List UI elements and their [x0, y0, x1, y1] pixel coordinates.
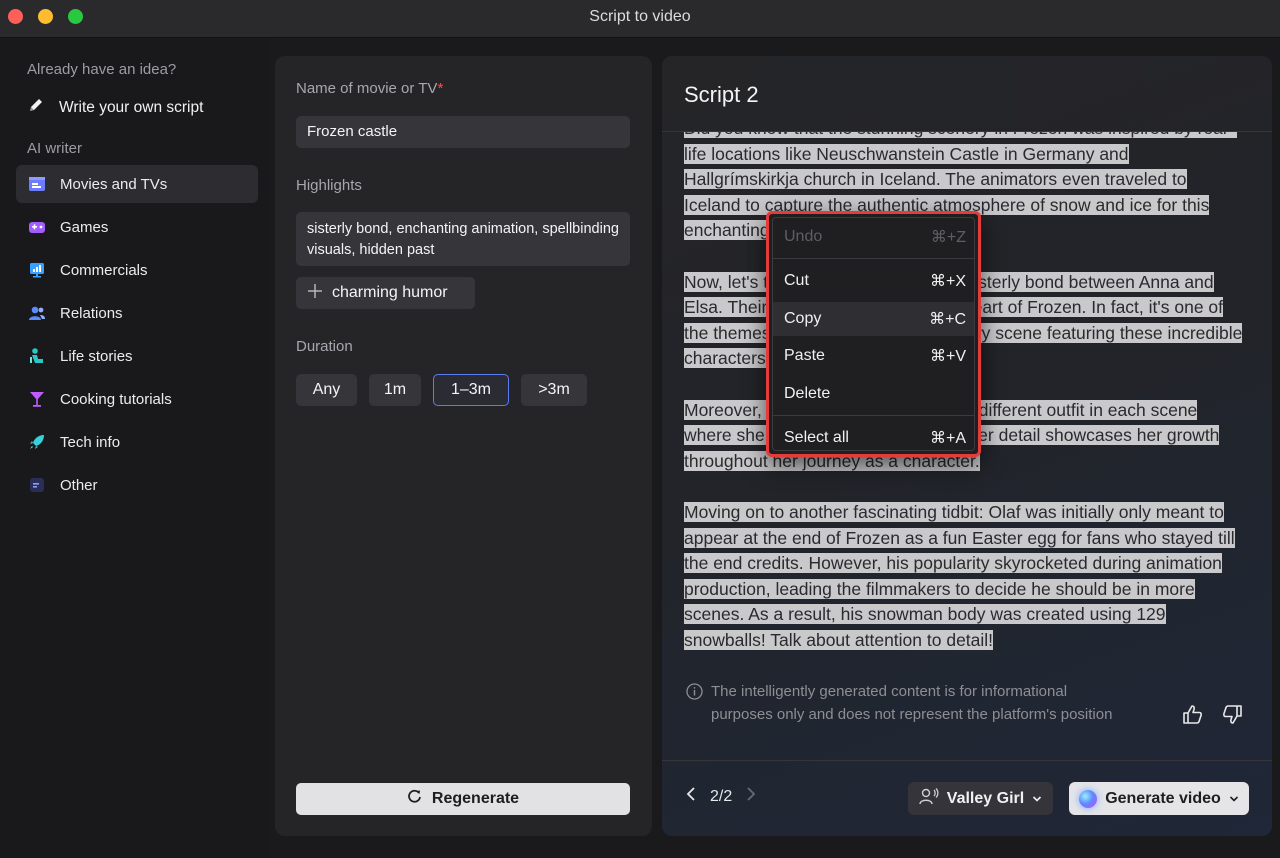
sidebar-item-label: Relations — [60, 304, 123, 322]
ai-orb-icon — [1079, 789, 1098, 808]
menu-item-shortcut: ⌘+V — [929, 348, 966, 365]
clapperboard-icon — [28, 175, 46, 193]
sidebar-item-life-stories[interactable]: Life stories — [16, 337, 258, 375]
ai-writer-heading: AI writer — [27, 140, 83, 157]
thumbs-up-icon[interactable] — [1182, 704, 1203, 730]
plus-icon — [308, 283, 322, 303]
menu-separator — [773, 258, 974, 259]
regenerate-button[interactable]: Regenerate — [296, 783, 630, 815]
window-title: Script to video — [589, 8, 691, 25]
menu-item-label: Undo — [784, 228, 823, 245]
menu-item-paste[interactable]: Paste ⌘+V — [773, 339, 974, 373]
sidebar-item-label: Other — [60, 476, 98, 494]
sidebar-item-movies-and-tvs[interactable]: Movies and TVs — [16, 165, 258, 203]
chevron-down-icon — [1032, 790, 1042, 808]
menu-item-undo[interactable]: Undo ⌘+Z — [773, 220, 974, 254]
title-bar: Script to video — [0, 0, 1280, 38]
add-highlight-chip[interactable]: charming humor — [296, 277, 475, 309]
sidebar-item-label: Games — [60, 218, 109, 236]
menu-item-shortcut: ⌘+X — [929, 273, 966, 290]
menu-item-label: Paste — [784, 347, 825, 364]
gamepad-icon — [28, 218, 46, 236]
ai-writer-list: Movies and TVs Games Commercials Relatio… — [16, 165, 258, 509]
sidebar-item-label: Cooking tutorials — [60, 390, 172, 408]
required-mark: * — [437, 80, 444, 97]
voice-selector[interactable]: Valley Girl — [908, 782, 1053, 815]
menu-item-label: Cut — [784, 272, 809, 289]
sidebar-item-commercials[interactable]: Commercials — [16, 251, 258, 289]
divider — [662, 760, 1272, 761]
menu-item-select-all[interactable]: Select all ⌘+A — [773, 421, 974, 455]
menu-item-label: Select all — [784, 429, 849, 446]
chart-board-icon — [28, 261, 46, 279]
menu-item-shortcut: ⌘+Z — [930, 229, 966, 246]
pencil-icon — [27, 96, 45, 119]
sidebar-item-relations[interactable]: Relations — [16, 294, 258, 332]
highlights-input[interactable]: sisterly bond, enchanting animation, spe… — [296, 212, 630, 266]
menu-item-label: Copy — [784, 310, 822, 327]
sidebar-item-label: Commercials — [60, 261, 148, 279]
duration-1m[interactable]: 1m — [369, 374, 421, 406]
sidebar: Already have an idea? Write your own scr… — [0, 39, 270, 858]
menu-box-icon — [28, 476, 46, 494]
sidebar-item-tech-info[interactable]: Tech info — [16, 423, 258, 461]
sidebar-item-other[interactable]: Other — [16, 466, 258, 504]
write-own-script-button[interactable]: Write your own script — [27, 96, 203, 119]
regenerate-label: Regenerate — [431, 790, 520, 807]
generate-video-label: Generate video — [1105, 789, 1221, 807]
thumbs-down-icon[interactable] — [1222, 704, 1243, 730]
menu-item-cut[interactable]: Cut ⌘+X — [773, 264, 974, 298]
menu-item-shortcut: ⌘+C — [929, 311, 966, 328]
sidebar-item-cooking-tutorials[interactable]: Cooking tutorials — [16, 380, 258, 418]
script-pager: 2/2 — [684, 786, 758, 807]
sidebar-item-label: Movies and TVs — [60, 175, 168, 193]
duration-1-3m[interactable]: 1–3m — [433, 374, 509, 406]
menu-item-copy[interactable]: Copy ⌘+C — [773, 302, 974, 336]
previous-script-button[interactable] — [684, 786, 698, 807]
rocket-icon — [28, 433, 46, 451]
context-menu-body: Undo ⌘+Z Cut ⌘+X Copy ⌘+C Paste ⌘+V Dele… — [772, 217, 975, 451]
context-menu: Undo ⌘+Z Cut ⌘+X Copy ⌘+C Paste ⌘+V Dele… — [766, 211, 981, 457]
name-label: Name of movie or TV* — [296, 80, 443, 97]
cocktail-icon — [28, 390, 46, 408]
voice-person-icon — [919, 787, 939, 810]
voice-name: Valley Girl — [946, 789, 1025, 807]
generate-video-button[interactable]: Generate video — [1069, 782, 1249, 815]
page-indicator: 2/2 — [710, 787, 733, 805]
sidebar-item-label: Tech info — [60, 433, 121, 451]
duration-options: Any 1m 1–3m >3m — [296, 374, 587, 406]
refresh-icon — [407, 789, 422, 809]
menu-item-label: Delete — [784, 385, 831, 402]
person-seat-icon — [28, 347, 46, 365]
idea-heading: Already have an idea? — [27, 61, 177, 78]
movie-name-input[interactable]: Frozen castle — [296, 116, 630, 148]
people-icon — [28, 304, 46, 322]
add-highlight-label: charming humor — [332, 284, 448, 301]
paragraph-text: Moving on to another fascinating tidbit:… — [684, 501, 1235, 650]
menu-item-delete[interactable]: Delete — [773, 377, 974, 411]
chevron-down-icon — [1229, 790, 1239, 808]
highlights-label: Highlights — [296, 177, 362, 194]
duration-any[interactable]: Any — [296, 374, 357, 406]
sidebar-item-games[interactable]: Games — [16, 208, 258, 246]
script-paragraph: Moving on to another fascinating tidbit:… — [684, 500, 1244, 654]
write-own-script-label: Write your own script — [59, 98, 204, 116]
next-script-button[interactable] — [744, 786, 758, 807]
script-settings-panel: Name of movie or TV* Frozen castle Highl… — [275, 56, 652, 836]
menu-item-shortcut: ⌘+A — [929, 430, 966, 447]
name-label-text: Name of movie or TV — [296, 80, 438, 97]
menu-separator — [773, 415, 974, 416]
info-icon — [686, 683, 703, 726]
duration-label: Duration — [296, 338, 353, 355]
script-title: Script 2 — [684, 82, 759, 107]
sidebar-item-label: Life stories — [60, 347, 133, 365]
duration-over-3m[interactable]: >3m — [521, 374, 587, 406]
disclaimer-text: The intelligently generated content is f… — [711, 683, 1113, 723]
ai-disclaimer: The intelligently generated content is f… — [686, 680, 1126, 726]
